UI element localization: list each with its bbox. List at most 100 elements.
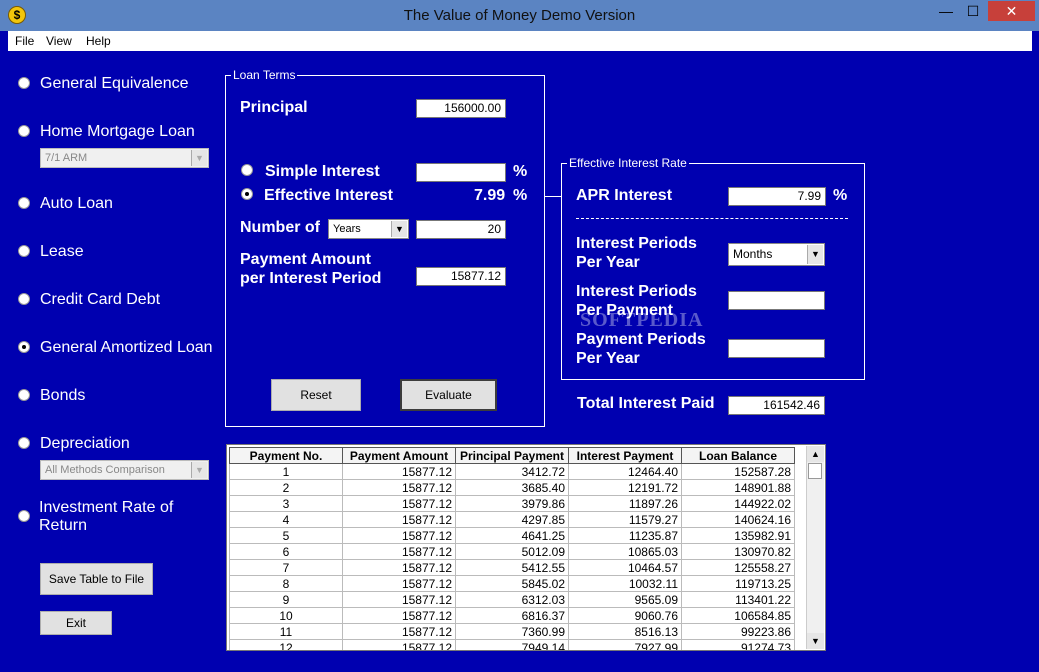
col-payment-amount[interactable]: Payment Amount	[342, 447, 456, 464]
table-cell: 6	[229, 543, 343, 560]
depreciation-method-select[interactable]: All Methods Comparison ▼	[40, 460, 209, 480]
menu-file[interactable]: File	[15, 34, 34, 48]
interest-periods-unit-select[interactable]: Months ▼	[728, 243, 825, 266]
table-cell: 15877.12	[342, 479, 456, 496]
close-button[interactable]: ✕	[988, 1, 1035, 21]
sidebar-item-depreciation[interactable]: Depreciation	[40, 435, 130, 453]
reset-button[interactable]: Reset	[271, 379, 361, 411]
table-body: 1 15877.12 3412.72 12464.40 152587.28 2 15877.…	[229, 463, 795, 650]
radio-simple-interest[interactable]	[241, 164, 253, 176]
table-row[interactable]: 5 15877.12 4641.25 11235.87 135982.91	[229, 527, 795, 544]
table-cell: 10032.11	[568, 575, 682, 592]
save-table-button[interactable]: Save Table to File	[40, 563, 153, 595]
apr-percent: %	[833, 187, 848, 204]
amortization-table[interactable]: Payment No. Payment Amount Principal Pay…	[226, 444, 826, 651]
sidebar-item-credit-card-debt[interactable]: Credit Card Debt	[40, 291, 160, 309]
minimize-button[interactable]: —	[933, 1, 959, 21]
table-cell: 4	[229, 511, 343, 528]
table-row[interactable]: 2 15877.12 3685.40 12191.72 148901.88	[229, 479, 795, 496]
chevron-down-icon: ▼	[191, 150, 207, 166]
apr-label: APR Interest	[576, 187, 673, 204]
col-loan-balance[interactable]: Loan Balance	[681, 447, 795, 464]
interest-periods-per-payment-label: Interest Periods	[576, 283, 697, 300]
depreciation-method-value: All Methods Comparison	[45, 464, 165, 476]
table-row[interactable]: 6 15877.12 5012.09 10865.03 130970.82	[229, 543, 795, 560]
table-row[interactable]: 7 15877.12 5412.55 10464.57 125558.27	[229, 559, 795, 576]
number-of-unit-select[interactable]: Years ▼	[328, 219, 409, 239]
table-row[interactable]: 1 15877.12 3412.72 12464.40 152587.28	[229, 463, 795, 480]
maximize-button[interactable]: ☐	[960, 1, 986, 21]
table-cell: 6312.03	[455, 591, 569, 608]
table-row[interactable]: 4 15877.12 4297.85 11579.27 140624.16	[229, 511, 795, 528]
radio-lease[interactable]	[18, 245, 30, 257]
table-row[interactable]: 12 15877.12 7949.14 7927.99 91274.73	[229, 639, 795, 650]
col-interest-payment[interactable]: Interest Payment	[568, 447, 682, 464]
menu-view[interactable]: View	[46, 34, 72, 48]
table-scrollbar[interactable]: ▲ ▼	[806, 446, 824, 649]
table-cell: 9565.09	[568, 591, 682, 608]
effective-interest-percent: %	[513, 187, 528, 204]
simple-interest-percent: %	[513, 163, 528, 180]
exit-button[interactable]: Exit	[40, 611, 112, 635]
evaluate-button[interactable]: Evaluate	[400, 379, 497, 411]
effective-interest-label[interactable]: Effective Interest	[264, 187, 393, 205]
table-cell: 10	[229, 607, 343, 624]
radio-home-mortgage-loan[interactable]	[18, 125, 30, 137]
table-row[interactable]: 9 15877.12 6312.03 9565.09 113401.22	[229, 591, 795, 608]
payment-periods-per-year-field[interactable]	[728, 339, 825, 358]
payment-periods-per-year-label: Payment Periods	[576, 331, 706, 348]
menu-help[interactable]: Help	[86, 34, 111, 48]
radio-general-equivalence[interactable]	[18, 77, 30, 89]
sidebar-item-home-mortgage-loan[interactable]: Home Mortgage Loan	[40, 123, 195, 141]
sidebar-item-auto-loan[interactable]: Auto Loan	[40, 195, 113, 213]
menu-bar: File View Help	[8, 31, 1032, 51]
number-of-field[interactable]: 20	[416, 220, 506, 239]
apr-field[interactable]: 7.99	[728, 187, 826, 206]
scroll-up-icon[interactable]: ▲	[807, 446, 824, 462]
table-row[interactable]: 10 15877.12 6816.37 9060.76 106584.85	[229, 607, 795, 624]
radio-general-amortized-loan[interactable]	[18, 341, 30, 353]
interest-periods-per-payment-field[interactable]	[728, 291, 825, 310]
radio-depreciation[interactable]	[18, 437, 30, 449]
dashed-divider	[576, 218, 848, 219]
sidebar-item-bonds[interactable]: Bonds	[40, 387, 85, 405]
table-cell: 5012.09	[455, 543, 569, 560]
interest-periods-unit-value: Months	[733, 247, 773, 261]
simple-interest-field[interactable]	[416, 163, 506, 182]
principal-field[interactable]: 156000.00	[416, 99, 506, 118]
table-cell: 7949.14	[455, 639, 569, 650]
simple-interest-label[interactable]: Simple Interest	[265, 163, 380, 181]
col-payment-no[interactable]: Payment No.	[229, 447, 343, 464]
col-principal-payment[interactable]: Principal Payment	[455, 447, 569, 464]
payment-amount-label-line2: per Interest Period	[240, 270, 382, 287]
title-bar[interactable]: $ The Value of Money Demo Version — ☐ ✕	[0, 0, 1039, 31]
payment-amount-field[interactable]: 15877.12	[416, 267, 506, 286]
sidebar-item-investment-rate-line2[interactable]: Return	[39, 517, 87, 535]
loan-terms-title: Loan Terms	[231, 68, 298, 82]
scroll-thumb[interactable]	[808, 463, 822, 479]
table-cell: 3979.86	[455, 495, 569, 512]
total-interest-field[interactable]: 161542.46	[728, 396, 825, 415]
radio-bonds[interactable]	[18, 389, 30, 401]
sidebar-item-investment-rate[interactable]: Investment Rate of	[39, 499, 173, 517]
table-cell: 113401.22	[681, 591, 795, 608]
mortgage-type-select[interactable]: 7/1 ARM ▼	[40, 148, 209, 168]
table-cell: 106584.85	[681, 607, 795, 624]
chevron-down-icon: ▼	[391, 221, 407, 237]
radio-auto-loan[interactable]	[18, 197, 30, 209]
number-of-unit-value: Years	[333, 223, 361, 235]
sidebar-item-general-equivalence[interactable]: General Equivalence	[40, 75, 189, 93]
table-row[interactable]: 11 15877.12 7360.99 8516.13 99223.86	[229, 623, 795, 640]
table-row[interactable]: 3 15877.12 3979.86 11897.26 144922.02	[229, 495, 795, 512]
effective-interest-value: 7.99	[474, 187, 506, 204]
sidebar-item-general-amortized-loan[interactable]: General Amortized Loan	[40, 339, 213, 357]
radio-investment-rate-of-return[interactable]	[18, 510, 30, 522]
radio-credit-card-debt[interactable]	[18, 293, 30, 305]
table-row[interactable]: 8 15877.12 5845.02 10032.11 119713.25	[229, 575, 795, 592]
sidebar-item-lease[interactable]: Lease	[40, 243, 84, 261]
scroll-down-icon[interactable]: ▼	[807, 633, 824, 649]
table-cell: 10865.03	[568, 543, 682, 560]
connector-line	[545, 196, 561, 197]
radio-effective-interest[interactable]	[241, 188, 253, 200]
table-cell: 7360.99	[455, 623, 569, 640]
